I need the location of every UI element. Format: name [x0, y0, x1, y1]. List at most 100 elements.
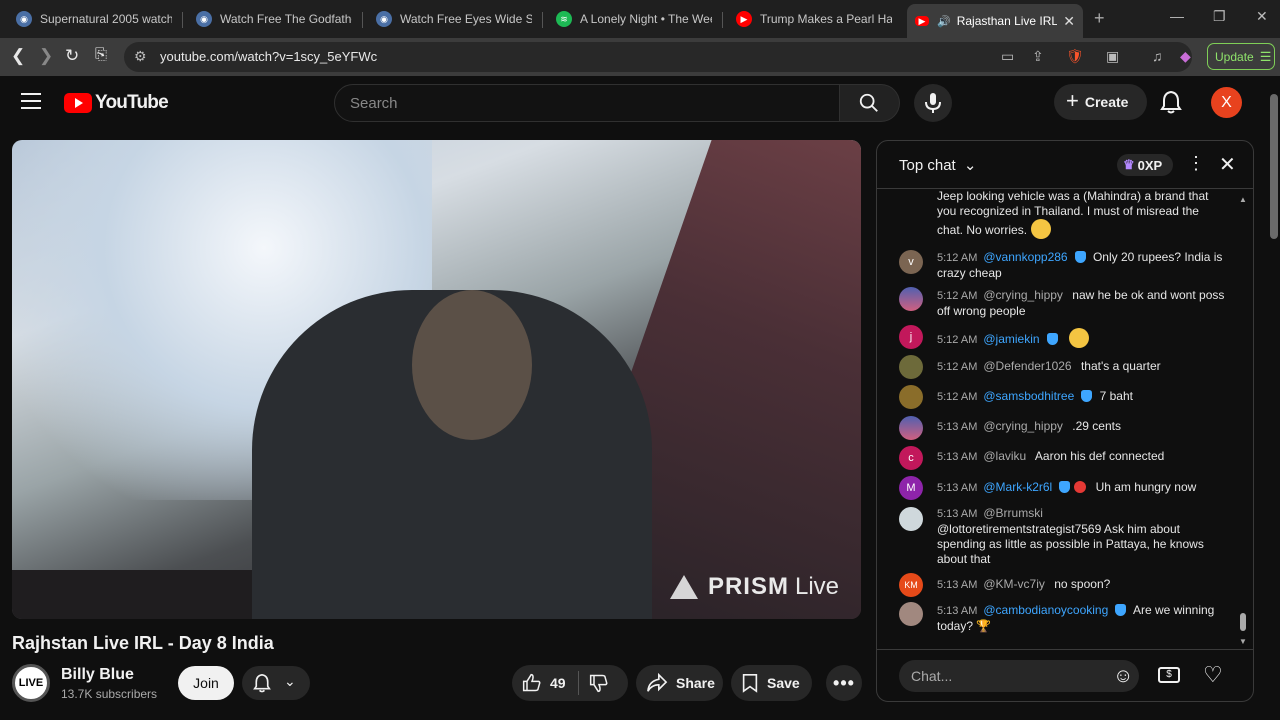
like-button[interactable]: 49 [512, 673, 566, 693]
more-actions-button[interactable]: ••• [826, 665, 862, 701]
tab-title: Rajasthan Live IRL [956, 14, 1058, 28]
browser-tab[interactable]: ◉ Watch Free Eyes Wide Shu [368, 5, 540, 33]
message-author[interactable]: @KM-vc7iy [983, 577, 1045, 591]
bookmark-icon[interactable]: ⎘ [95, 46, 107, 63]
logo-text: YouTube [95, 92, 169, 113]
message-author[interactable]: @vannkopp286 [983, 250, 1067, 264]
message-text: 7 baht [1099, 389, 1133, 403]
bell-icon [253, 673, 271, 693]
update-label: Update [1215, 49, 1254, 64]
media-controls-icon[interactable]: ♫ [1152, 48, 1163, 64]
install-app-icon[interactable]: ▭ [1001, 48, 1014, 65]
watermark-brand: PRISM [707, 573, 789, 600]
voice-search-button[interactable] [914, 84, 952, 122]
browser-tab[interactable]: ▶ Trump Makes a Pearl Harb [728, 5, 900, 33]
tab-separator [722, 12, 723, 28]
search-icon [859, 93, 878, 112]
message-author[interactable]: @crying_hippy [983, 288, 1063, 302]
chat-avatar[interactable] [899, 385, 923, 409]
url-text[interactable]: youtube.com/watch?v=1scy_5eYFWc [160, 49, 377, 64]
reader-mode-icon[interactable]: ▣ [1106, 48, 1119, 65]
heart-icon[interactable]: ♡ [1203, 662, 1223, 688]
share-page-icon[interactable]: ⇪ [1032, 48, 1044, 65]
save-button[interactable]: Save [731, 665, 812, 701]
xp-badge[interactable]: ♛ 0XP [1117, 154, 1173, 176]
message-author[interactable]: @jamiekin [983, 332, 1039, 346]
brave-shield-icon[interactable]: 🛡 [1066, 48, 1084, 65]
watermark-suffix: Live [794, 573, 839, 600]
window-close-icon[interactable]: ✕ [1256, 8, 1268, 25]
message-author[interactable]: @cambodianoycooking [983, 603, 1108, 617]
notifications-bell-icon[interactable] [1160, 90, 1182, 114]
tab-title: Watch Free The Godfather [220, 12, 352, 26]
message-author[interactable]: @Defender1026 [983, 359, 1071, 373]
join-button[interactable]: Join [178, 666, 234, 700]
thumbs-down-icon[interactable] [589, 673, 609, 693]
message-author[interactable]: @Mark-k2r6l [983, 480, 1052, 494]
new-tab-icon[interactable]: + [1094, 8, 1105, 29]
tab-favicon-icon: ◉ [16, 11, 32, 27]
leo-ai-icon[interactable]: ◆ [1180, 48, 1191, 65]
chat-avatar[interactable]: c [899, 446, 923, 470]
tab-title: Supernatural 2005 watch fr [40, 12, 172, 26]
prism-live-watermark: PRISM Live [669, 573, 839, 601]
chat-avatar[interactable]: j [899, 325, 923, 349]
search-input[interactable]: Search [334, 84, 840, 122]
scroll-down-icon[interactable]: ▼ [1239, 637, 1247, 646]
message-author[interactable]: @laviku [983, 449, 1026, 463]
hamburger-menu-icon[interactable] [21, 93, 41, 109]
message-text: no spoon? [1054, 577, 1111, 591]
video-frame-head [412, 290, 532, 440]
subscription-bell-button[interactable]: ⌄ [242, 666, 310, 700]
chat-avatar[interactable]: KM [899, 573, 923, 597]
site-info-icon[interactable]: ⚙ [134, 48, 147, 65]
message-author[interactable]: @samsbodhitree [983, 389, 1074, 403]
scroll-up-icon[interactable]: ▲ [1239, 195, 1247, 204]
share-button[interactable]: Share [636, 665, 723, 701]
browser-tab[interactable]: ◉ Supernatural 2005 watch fr [8, 5, 180, 33]
chat-more-icon[interactable]: ⋮ [1187, 153, 1205, 174]
chat-scrollbar[interactable]: ▲ ▼ [1239, 195, 1247, 646]
chat-close-icon[interactable]: ✕ [1219, 152, 1236, 177]
browser-tab-active[interactable]: ▶ 🔊 Rajasthan Live IRL ✕ [907, 4, 1083, 38]
emoji-picker-icon[interactable]: ☺ [1113, 665, 1133, 688]
chat-avatar[interactable]: M [899, 476, 923, 500]
video-player[interactable]: PRISM Live [12, 140, 861, 619]
spotify-favicon-icon: ≋ [556, 11, 572, 27]
search-placeholder: Search [350, 95, 398, 112]
chevron-down-icon: ⌄ [963, 157, 977, 174]
message-author[interactable]: @Brrumski [983, 506, 1043, 520]
minimize-icon[interactable]: — [1170, 8, 1184, 24]
message-author[interactable]: @crying_hippy [983, 419, 1063, 433]
tab-close-icon[interactable]: ✕ [1057, 13, 1075, 30]
browser-tab[interactable]: ◉ Watch Free The Godfather [188, 5, 360, 33]
address-bar[interactable]: ⚙ youtube.com/watch?v=1scy_5eYFWc ▭ ⇪ 🛡 … [124, 42, 1192, 72]
chat-avatar[interactable] [899, 507, 923, 531]
channel-name[interactable]: Billy Blue [61, 666, 134, 684]
browser-tab[interactable]: ≋ A Lonely Night • The Week [548, 5, 720, 33]
chat-avatar[interactable] [899, 416, 923, 440]
update-button[interactable]: Update ☰ [1207, 43, 1275, 70]
chat-input[interactable]: Chat... [899, 660, 1139, 692]
back-icon[interactable]: ❮ [11, 46, 25, 66]
chat-avatar[interactable] [899, 287, 923, 311]
chat-avatar[interactable]: v [899, 250, 923, 274]
scroll-thumb[interactable] [1240, 613, 1246, 631]
forward-icon[interactable]: ❯ [39, 46, 53, 66]
chat-mode-dropdown[interactable]: Top chat ⌄ [899, 156, 976, 174]
search-button[interactable] [840, 84, 900, 122]
chat-avatar[interactable] [899, 602, 923, 626]
page-scrollbar-thumb[interactable] [1270, 94, 1278, 239]
create-button[interactable]: + Create [1054, 84, 1147, 120]
super-chat-icon[interactable]: $ [1158, 667, 1180, 683]
youtube-favicon-icon: ▶ [915, 16, 929, 26]
create-label: Create [1084, 94, 1129, 110]
restore-icon[interactable]: ❐ [1213, 8, 1226, 25]
reload-icon[interactable]: ↻ [65, 46, 79, 66]
channel-avatar[interactable]: LIVE [12, 664, 50, 702]
smile-emoji-icon [1031, 219, 1052, 239]
chat-avatar[interactable] [899, 355, 923, 379]
account-avatar[interactable]: X [1211, 87, 1242, 118]
youtube-header: YouTube Search + Create X [0, 76, 1280, 132]
youtube-logo[interactable]: YouTube [64, 92, 169, 114]
